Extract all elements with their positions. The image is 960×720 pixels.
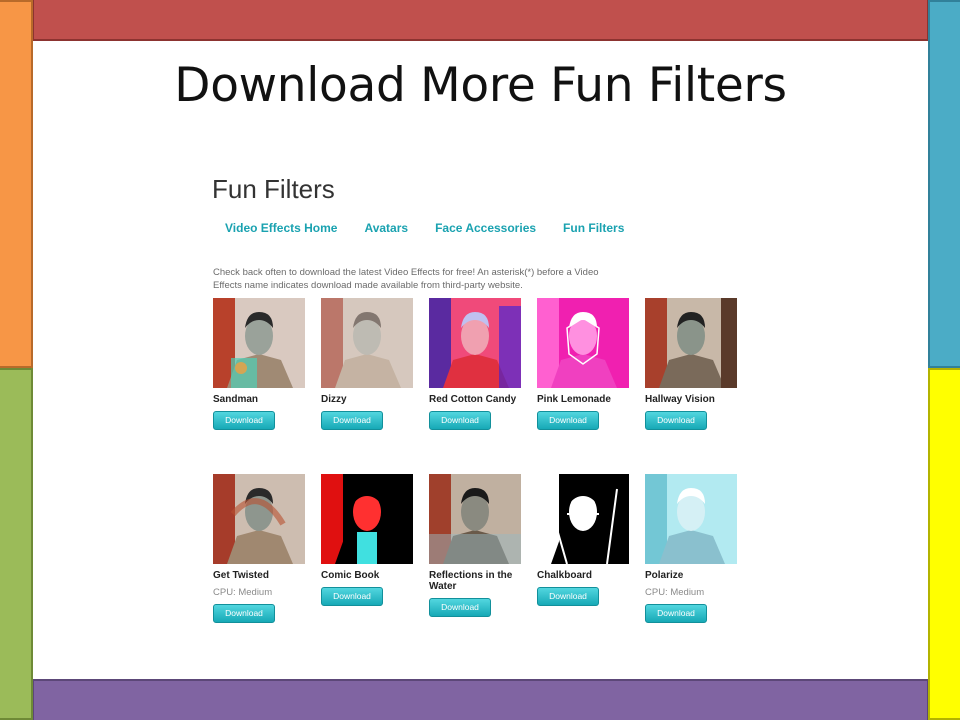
filter-tile: Reflections in the Water Download (429, 474, 521, 617)
filter-name: Chalkboard (537, 570, 593, 581)
filter-thumbnail[interactable] (213, 474, 305, 564)
slide-left-bottom-bar (0, 368, 33, 720)
filter-name: Polarize (645, 570, 684, 581)
slide-title: Download More Fun Filters (174, 58, 787, 113)
filter-tile: Dizzy Download (321, 298, 413, 430)
cpu-requirement: CPU: Medium (213, 587, 273, 598)
slide-right-bottom-bar (928, 368, 960, 720)
filter-name: Sandman (213, 394, 259, 405)
filter-tile: Pink Lemonade Download (537, 298, 629, 430)
filter-thumbnail[interactable] (321, 474, 413, 564)
filter-name: Get Twisted (213, 570, 269, 581)
filter-name: Reflections in the Water (429, 570, 513, 592)
filter-thumbnail[interactable] (429, 298, 521, 388)
slide-top-bar (32, 0, 929, 41)
nav-fun-filters[interactable]: Fun Filters (563, 221, 624, 235)
nav-avatars[interactable]: Avatars (364, 221, 408, 235)
filter-name: Red Cotton Candy (429, 394, 517, 405)
slide-left-top-bar (0, 0, 33, 368)
filter-thumbnail[interactable] (213, 298, 305, 388)
filter-thumbnail[interactable] (537, 298, 629, 388)
filter-tile: Chalkboard Download (537, 474, 629, 606)
cpu-requirement: CPU: Medium (645, 587, 705, 598)
filter-thumbnail[interactable] (645, 474, 737, 564)
filter-name: Dizzy (321, 394, 347, 405)
filter-tile: Polarize CPU: Medium Download (645, 474, 737, 623)
filter-tile: Red Cotton Candy Download (429, 298, 521, 430)
filter-name: Pink Lemonade (537, 394, 611, 405)
download-button[interactable]: Download (321, 587, 383, 606)
slide-bottom-bar (32, 679, 929, 720)
download-button[interactable]: Download (213, 411, 275, 430)
nav-video-effects-home[interactable]: Video Effects Home (225, 221, 337, 235)
filter-thumbnail[interactable] (321, 298, 413, 388)
filter-thumbnail[interactable] (429, 474, 521, 564)
download-button[interactable]: Download (429, 598, 491, 617)
download-button[interactable]: Download (537, 587, 599, 606)
filter-tile: Sandman Download (213, 298, 305, 430)
filter-tile: Hallway Vision Download (645, 298, 737, 430)
fun-filters-webpage: Fun Filters Video Effects Home Avatars F… (205, 162, 765, 642)
download-button[interactable]: Download (429, 411, 491, 430)
page-title: Fun Filters (212, 174, 335, 204)
filter-name: Hallway Vision (645, 394, 715, 405)
slide-right-top-bar (928, 0, 960, 368)
download-button[interactable]: Download (213, 604, 275, 623)
nav-face-accessories[interactable]: Face Accessories (435, 221, 536, 235)
filter-tile: Comic Book Download (321, 474, 413, 606)
download-button[interactable]: Download (537, 411, 599, 430)
download-button[interactable]: Download (321, 411, 383, 430)
filter-thumbnail[interactable] (537, 474, 629, 564)
download-button[interactable]: Download (645, 604, 707, 623)
filter-name: Comic Book (321, 570, 380, 581)
top-nav: Video Effects Home Avatars Face Accessor… (225, 221, 651, 235)
intro-text: Check back often to download the latest … (213, 267, 599, 291)
filter-thumbnail[interactable] (645, 298, 737, 388)
filter-tile: Get Twisted CPU: Medium Download (213, 474, 305, 623)
download-button[interactable]: Download (645, 411, 707, 430)
